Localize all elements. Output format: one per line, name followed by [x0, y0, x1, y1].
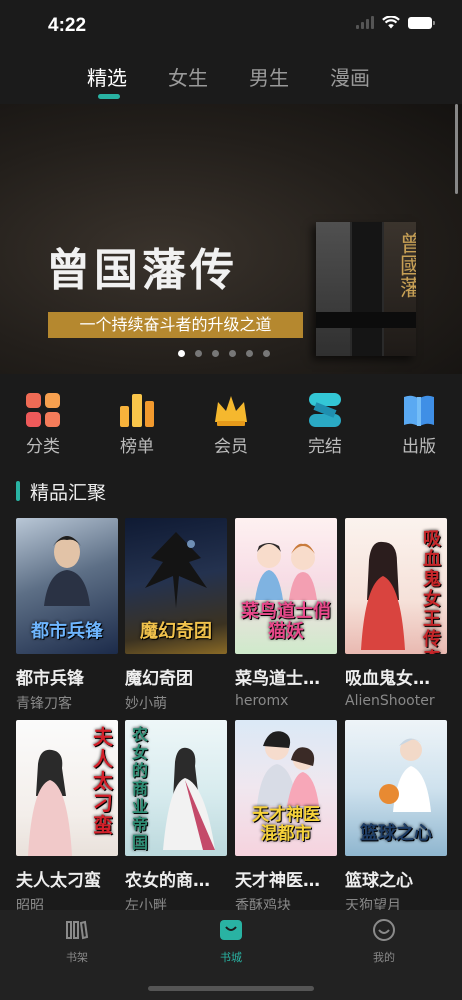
banner-book-cover-text: 曾國藩	[396, 232, 416, 298]
quick-nav-label: 榜单	[120, 437, 154, 457]
book-title: 都市兵锋	[16, 669, 84, 689]
home-indicator	[148, 986, 314, 991]
book-cover[interactable]: 魔幻奇团	[125, 518, 227, 654]
book-card[interactable]: 夫人太刁蛮 夫人太刁蛮 昭昭	[16, 720, 118, 915]
book-card[interactable]: 篮球之心 篮球之心 天狗望月	[345, 720, 447, 915]
book-card[interactable]: 都市兵锋 都市兵锋 青锋刀客	[16, 518, 118, 713]
book-title: 魔幻奇团	[125, 669, 193, 689]
book-title: 天才神医…	[235, 871, 320, 891]
book-cover[interactable]: 天才神医 混都市	[235, 720, 337, 856]
pagination-dot[interactable]	[263, 350, 270, 357]
cover-title-art: 魔幻奇团	[140, 621, 212, 642]
bottom-tab-profile[interactable]: 我的	[349, 918, 419, 965]
book-author: 青锋刀客	[16, 696, 72, 712]
status-icons	[356, 16, 435, 29]
cover-title-art: 天才神医 混都市	[252, 805, 320, 844]
pagination-dot[interactable]	[178, 350, 185, 357]
quick-nav-label: 出版	[402, 437, 436, 457]
tab-comics[interactable]: 漫画	[330, 62, 370, 91]
quick-nav-label: 完结	[308, 437, 342, 457]
book-author: heromx	[235, 693, 289, 709]
quick-nav: 分类 榜单 会员 完结 出版	[0, 392, 462, 462]
book-author: 妙小萌	[125, 696, 167, 712]
scrollbar[interactable]	[455, 104, 458, 194]
section-title: 精品汇聚	[30, 482, 107, 504]
published-book-icon	[401, 392, 437, 428]
book-cover[interactable]: 都市兵锋	[16, 518, 118, 654]
pagination-dot[interactable]	[195, 350, 202, 357]
cover-figure-art	[145, 532, 207, 608]
book-card[interactable]: 农女的商业帝国 农女的商… 左小畔	[125, 720, 227, 915]
cellular-signal-icon	[356, 16, 374, 29]
cover-figure-art	[379, 738, 431, 812]
bottom-tab-bookshelf[interactable]: 书架	[42, 918, 112, 965]
book-title: 农女的商…	[125, 871, 210, 891]
cover-figure-art	[28, 749, 72, 856]
tab-male[interactable]: 男生	[249, 62, 289, 91]
bottom-tab-bookstore[interactable]: 书城	[196, 918, 266, 965]
cover-title-art: 吸血鬼女王传奇	[423, 529, 441, 655]
cover-title-art: 菜鸟道士俏猫妖	[241, 601, 331, 642]
book-cover[interactable]: 农女的商业帝国	[125, 720, 227, 856]
book-card[interactable]: 魔幻奇团 魔幻奇团 妙小萌	[125, 518, 227, 713]
status-time: 4:22	[48, 15, 87, 36]
quick-nav-label: 分类	[26, 437, 60, 457]
category-tabs: 精选 女生 男生 漫画	[0, 58, 462, 102]
status-bar: 4:22	[0, 0, 462, 52]
cover-title-art: 农女的商业帝国	[131, 725, 148, 852]
bottom-tab-label: 书城	[220, 951, 242, 964]
book-cover[interactable]: 菜鸟道士俏猫妖	[235, 518, 337, 654]
banner-pagination	[178, 350, 270, 357]
tab-featured[interactable]: 精选	[87, 62, 127, 91]
quick-nav-vip[interactable]: 会员	[196, 392, 266, 457]
completed-s-icon	[307, 392, 343, 428]
cover-figure-art	[257, 731, 319, 806]
cover-figure-art	[255, 543, 317, 600]
ranking-bars-icon	[119, 392, 155, 428]
banner-book-cover: 曾國藩	[316, 222, 416, 356]
pagination-dot[interactable]	[212, 350, 219, 357]
banner-title: 曾国藩传	[46, 245, 238, 296]
quick-nav-ranking[interactable]: 榜单	[102, 392, 172, 457]
tab-female[interactable]: 女生	[168, 62, 208, 91]
bottom-tab-label: 我的	[373, 951, 395, 964]
book-cover[interactable]: 篮球之心	[345, 720, 447, 856]
profile-smile-icon	[373, 919, 395, 941]
pagination-dot[interactable]	[229, 350, 236, 357]
category-grid-icon	[25, 392, 61, 428]
cover-title-art: 都市兵锋	[31, 621, 103, 642]
book-title: 菜鸟道士…	[235, 669, 320, 689]
bookstore-bag-icon	[220, 920, 242, 940]
book-author: AlienShooter	[345, 693, 435, 709]
active-tab-indicator	[98, 94, 120, 99]
wifi-icon	[382, 16, 400, 29]
battery-icon	[408, 16, 435, 29]
book-cover[interactable]: 吸血鬼女王传奇	[345, 518, 447, 654]
pagination-dot[interactable]	[246, 350, 253, 357]
section-accent-bar	[16, 481, 20, 501]
bottom-tab-label: 书架	[66, 951, 88, 964]
book-cover[interactable]: 夫人太刁蛮	[16, 720, 118, 856]
vip-crown-icon	[213, 392, 249, 428]
quick-nav-category[interactable]: 分类	[8, 392, 78, 457]
quick-nav-completed[interactable]: 完结	[290, 392, 360, 457]
quick-nav-label: 会员	[214, 437, 248, 457]
book-title: 夫人太刁蛮	[16, 871, 101, 891]
cover-title-art: 夫人太刁蛮	[93, 725, 113, 837]
bookshelf-icon	[66, 920, 89, 940]
cover-figure-art	[163, 747, 215, 850]
cover-figure-art	[44, 536, 90, 606]
promo-banner[interactable]: 曾国藩传 一个持续奋斗者的升级之道 曾國藩	[0, 104, 462, 374]
book-title: 篮球之心	[345, 871, 413, 891]
book-card[interactable]: 菜鸟道士俏猫妖 菜鸟道士… heromx	[235, 518, 337, 709]
book-title: 吸血鬼女…	[345, 669, 430, 689]
book-card[interactable]: 天才神医 混都市 天才神医… 香酥鸡块	[235, 720, 337, 915]
banner-subtitle: 一个持续奋斗者的升级之道	[48, 312, 303, 338]
quick-nav-published[interactable]: 出版	[384, 392, 454, 457]
cover-title-art: 篮球之心	[360, 823, 432, 844]
book-card[interactable]: 吸血鬼女王传奇 吸血鬼女… AlienShooter	[345, 518, 447, 709]
cover-figure-art	[361, 541, 405, 650]
